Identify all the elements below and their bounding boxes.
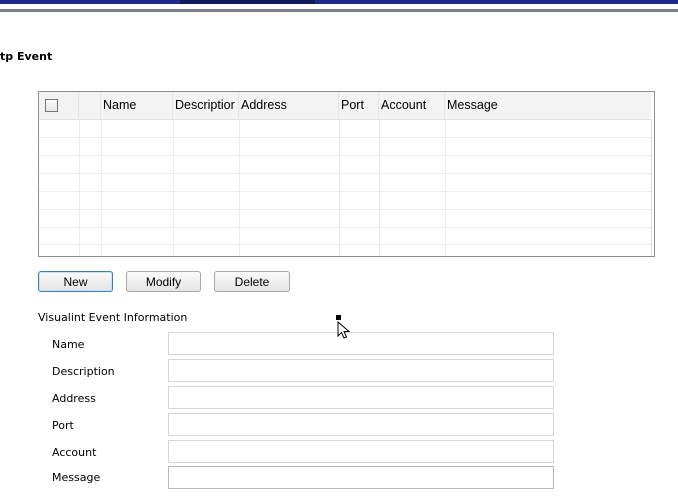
description-label: Description bbox=[52, 365, 115, 378]
table-row[interactable] bbox=[39, 210, 651, 227]
title-bar-segment bbox=[180, 0, 315, 4]
table-header: Name Descriptior Address Port Account Me… bbox=[39, 92, 651, 120]
address-field[interactable] bbox=[168, 386, 554, 409]
column-header-account[interactable]: Account bbox=[379, 92, 445, 119]
window-title-bar bbox=[0, 0, 678, 4]
message-field[interactable] bbox=[168, 466, 554, 489]
column-header-message[interactable]: Message bbox=[445, 92, 651, 119]
name-label: Name bbox=[52, 338, 85, 351]
mouse-cursor-icon bbox=[336, 315, 351, 339]
delete-button[interactable]: Delete bbox=[214, 271, 290, 292]
address-label: Address bbox=[52, 392, 96, 405]
header-divider bbox=[0, 9, 678, 12]
column-header-description[interactable]: Descriptior bbox=[173, 92, 239, 119]
modify-button[interactable]: Modify bbox=[126, 271, 201, 292]
event-table[interactable]: Name Descriptior Address Port Account Me… bbox=[38, 91, 655, 257]
name-field[interactable] bbox=[168, 332, 554, 355]
column-divider bbox=[651, 119, 652, 256]
event-info-title: Visualint Event Information bbox=[38, 311, 188, 324]
message-label: Message bbox=[52, 471, 101, 484]
account-field[interactable] bbox=[168, 440, 554, 463]
column-header-address[interactable]: Address bbox=[239, 92, 339, 119]
port-field[interactable] bbox=[168, 413, 554, 436]
table-row[interactable] bbox=[39, 138, 651, 155]
table-row[interactable] bbox=[39, 245, 651, 256]
table-row[interactable] bbox=[39, 174, 651, 191]
select-all-checkbox[interactable] bbox=[45, 99, 58, 112]
table-row[interactable] bbox=[39, 192, 651, 209]
column-header-name[interactable]: Name bbox=[101, 92, 173, 119]
page-title: tp Event bbox=[0, 50, 53, 63]
column-header-port[interactable]: Port bbox=[339, 92, 379, 119]
new-button[interactable]: New bbox=[38, 271, 113, 292]
header-spacer-cell bbox=[79, 92, 101, 119]
description-field[interactable] bbox=[168, 359, 554, 382]
table-row[interactable] bbox=[39, 120, 651, 137]
table-row[interactable] bbox=[39, 228, 651, 245]
table-row[interactable] bbox=[39, 156, 651, 173]
header-select-cell bbox=[39, 92, 79, 119]
account-label: Account bbox=[52, 446, 97, 459]
port-label: Port bbox=[52, 419, 74, 432]
